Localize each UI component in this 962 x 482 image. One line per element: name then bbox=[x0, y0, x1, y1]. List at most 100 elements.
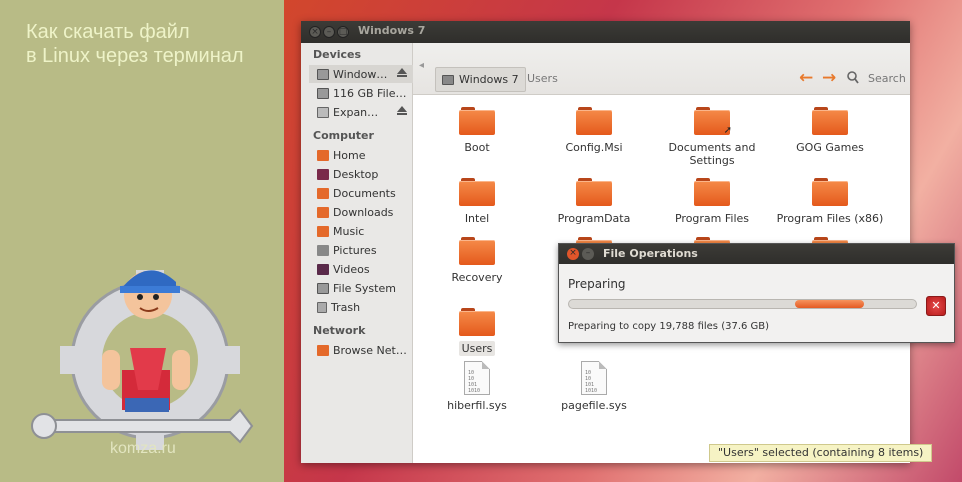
sidebar-item-file-system[interactable]: File System bbox=[317, 279, 413, 297]
item-label: pagefile.sys bbox=[561, 399, 627, 412]
dialog-title: File Operations bbox=[603, 247, 698, 260]
arrow-left-icon[interactable]: ← bbox=[799, 68, 813, 88]
trash-icon bbox=[317, 301, 327, 313]
item-label: ProgramData bbox=[557, 212, 631, 225]
banner-title: Как скачать файл в Linux через терминал bbox=[26, 20, 276, 68]
sidebar-item-home[interactable]: Home bbox=[317, 146, 413, 164]
videos-icon bbox=[317, 263, 329, 275]
sidebar-item-documents[interactable]: Documents bbox=[317, 184, 413, 202]
sidebar-heading-network: Network bbox=[313, 324, 366, 337]
folder-item[interactable]: ➚ Documents and Settings bbox=[652, 107, 772, 167]
sidebar-item-label: Pictures bbox=[333, 243, 377, 257]
sidebar-item-label: Trash bbox=[331, 300, 361, 314]
breadcrumb-windows-7[interactable]: Windows 7 bbox=[435, 67, 526, 92]
sidebar-item-browse-network[interactable]: Browse Network bbox=[317, 341, 413, 359]
progress-pulse bbox=[795, 300, 864, 308]
symlink-arrow-icon: ➚ bbox=[723, 125, 732, 136]
close-dialog-icon[interactable]: × bbox=[567, 248, 579, 260]
eject-icon[interactable] bbox=[397, 68, 407, 77]
sidebar-item-desktop[interactable]: Desktop bbox=[317, 165, 413, 183]
dialog-titlebar[interactable]: × – File Operations bbox=[559, 244, 954, 264]
banner-title-line1: Как скачать файл bbox=[26, 21, 190, 43]
item-label: Boot bbox=[464, 141, 490, 154]
site-watermark: komza.ru bbox=[110, 440, 176, 457]
folder-item[interactable]: ProgramData bbox=[534, 178, 654, 225]
banner-title-line2: в Linux через терминал bbox=[26, 45, 244, 67]
arrow-right-icon[interactable]: → bbox=[822, 68, 836, 88]
folder-item[interactable]: Program Files (x86) bbox=[770, 178, 890, 225]
file-manager-window: × – □ Windows 7 Devices Windows 7 116 GB… bbox=[301, 21, 910, 463]
folder-item[interactable]: Program Files bbox=[652, 178, 772, 225]
system-file-icon: 10 10 101 1010 bbox=[581, 361, 607, 395]
sidebar-item-label: 116 GB Filesystem bbox=[333, 86, 407, 100]
minimize-window-icon[interactable]: – bbox=[323, 26, 335, 38]
sidebar-item-label: Browse Network bbox=[333, 343, 407, 357]
home-icon bbox=[317, 149, 329, 161]
folder-item-selected[interactable]: Users bbox=[417, 308, 537, 356]
search-icon[interactable] bbox=[847, 71, 859, 85]
sidebar-item-windows-7[interactable]: Windows 7 bbox=[309, 65, 413, 83]
desktop-icon bbox=[317, 168, 329, 180]
file-item[interactable]: 10 10 101 1010 pagefile.sys bbox=[534, 361, 654, 412]
folder-icon bbox=[576, 178, 612, 206]
breadcrumb-label: Windows 7 bbox=[459, 73, 519, 86]
file-operations-dialog: × – File Operations Preparing ✕ Preparin… bbox=[558, 243, 955, 343]
sidebar-item-downloads[interactable]: Downloads bbox=[317, 203, 413, 221]
item-label: Config.Msi bbox=[565, 141, 623, 154]
folder-item[interactable]: Recovery bbox=[417, 237, 537, 284]
filesystem-icon bbox=[317, 282, 329, 294]
network-icon bbox=[317, 344, 329, 356]
sidebar-item-music[interactable]: Music bbox=[317, 222, 413, 240]
drive-icon bbox=[317, 87, 329, 99]
sidebar-item-label: Windows 7 bbox=[333, 67, 391, 81]
sidebar-item-label: Music bbox=[333, 224, 365, 238]
article-banner: Как скачать файл в Linux через терминал bbox=[0, 0, 284, 482]
breadcrumb-scroll-left-icon[interactable]: ◂ bbox=[419, 60, 424, 71]
operation-detail: Preparing to copy 19,788 files (37.6 GB) bbox=[568, 321, 770, 332]
item-label: Program Files (x86) bbox=[776, 212, 884, 225]
documents-icon bbox=[317, 187, 329, 199]
search-button-label[interactable]: Search bbox=[868, 72, 906, 85]
music-icon bbox=[317, 225, 329, 237]
cancel-icon[interactable]: ✕ bbox=[926, 296, 946, 316]
breadcrumb-users[interactable]: Users bbox=[527, 72, 558, 85]
binary-digits: 10 10 101 1010 bbox=[585, 370, 598, 394]
minimize-dialog-icon[interactable]: – bbox=[582, 248, 594, 260]
item-label: Intel bbox=[464, 212, 490, 225]
system-file-icon: 10 10 101 1010 bbox=[464, 361, 490, 395]
eject-icon[interactable] bbox=[397, 106, 407, 115]
folder-item[interactable]: GOG Games bbox=[770, 107, 890, 154]
sidebar-heading-devices: Devices bbox=[313, 48, 362, 61]
binary-digits: 10 10 101 1010 bbox=[468, 370, 481, 394]
folder-icon bbox=[812, 178, 848, 206]
usb-drive-icon bbox=[317, 106, 329, 118]
location-toolbar: ◂ Windows 7 Users ← → Search bbox=[413, 43, 910, 95]
places-sidebar: Devices Windows 7 116 GB Filesystem Expa… bbox=[301, 43, 413, 463]
folder-item[interactable]: Config.Msi bbox=[534, 107, 654, 154]
file-item[interactable]: 10 10 101 1010 hiberfil.sys bbox=[417, 361, 537, 412]
sidebar-item-trash[interactable]: Trash bbox=[317, 298, 413, 316]
sidebar-item-videos[interactable]: Videos bbox=[317, 260, 413, 278]
sidebar-item-116gb-filesystem[interactable]: 116 GB Filesystem bbox=[317, 84, 413, 102]
downloads-icon bbox=[317, 206, 329, 218]
item-label: hiberfil.sys bbox=[447, 399, 507, 412]
window-titlebar[interactable]: × – □ Windows 7 bbox=[301, 21, 910, 43]
pictures-icon bbox=[317, 244, 329, 256]
drive-icon bbox=[442, 74, 454, 85]
folder-icon bbox=[459, 237, 495, 265]
drive-icon bbox=[317, 68, 329, 80]
folder-icon bbox=[459, 178, 495, 206]
folder-item[interactable]: Intel bbox=[417, 178, 537, 225]
sidebar-item-label: File System bbox=[333, 281, 396, 295]
item-label: Recovery bbox=[451, 271, 503, 284]
sidebar-item-pictures[interactable]: Pictures bbox=[317, 241, 413, 259]
close-window-icon[interactable]: × bbox=[309, 26, 321, 38]
item-label: GOG Games bbox=[796, 141, 864, 154]
sidebar-heading-computer: Computer bbox=[313, 129, 374, 142]
selection-status: "Users" selected (containing 8 items) bbox=[709, 444, 933, 462]
maximize-window-icon[interactable]: □ bbox=[337, 26, 349, 38]
folder-icon bbox=[459, 308, 495, 336]
folder-item[interactable]: Boot bbox=[417, 107, 537, 154]
sidebar-item-expansion-drive[interactable]: Expansion Drive bbox=[317, 103, 413, 121]
window-title: Windows 7 bbox=[358, 24, 426, 37]
